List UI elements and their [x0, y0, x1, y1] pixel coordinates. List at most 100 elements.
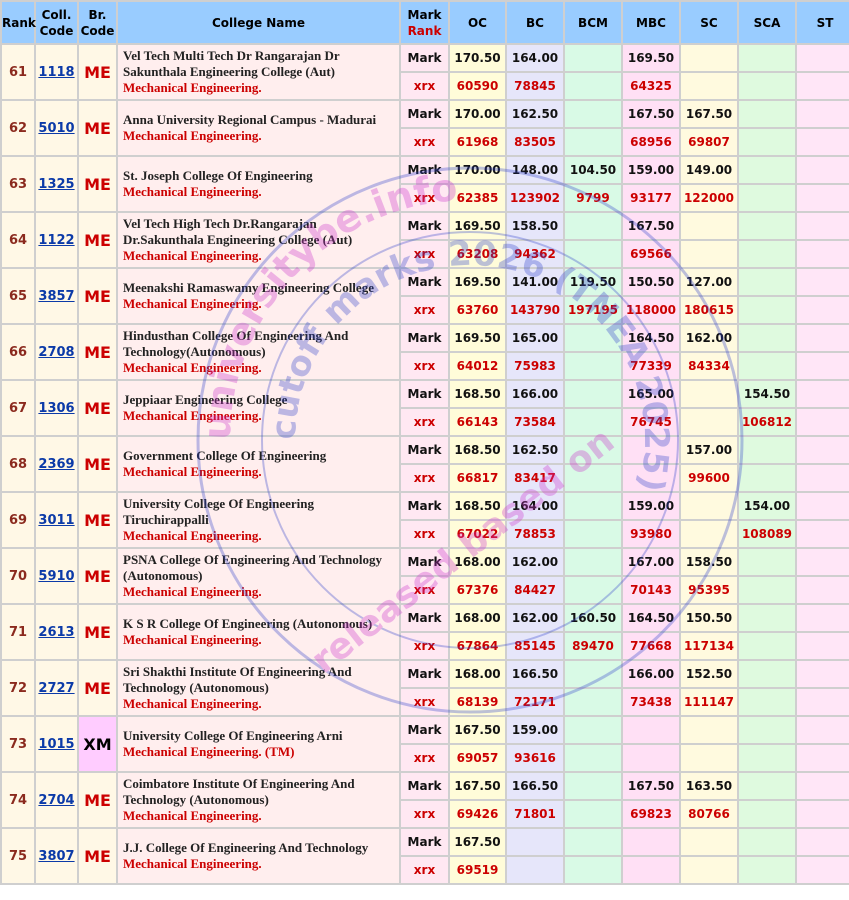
mark-bc: 162.00 — [507, 605, 563, 631]
rank-st — [797, 857, 849, 883]
rank-sc: 111147 — [681, 689, 737, 715]
rank-label: xrx — [401, 577, 448, 603]
rank-sc: 117134 — [681, 633, 737, 659]
mark-sca — [739, 829, 795, 855]
mark-sca — [739, 213, 795, 239]
mark-bcm — [565, 213, 621, 239]
college-row-mark: 67 1306 ME Jeppiaar Engineering College Mech… — [2, 381, 849, 435]
rank-bc: 83505 — [507, 129, 563, 155]
college-code-cell: 3011 — [36, 493, 77, 547]
course-name: Mechanical Engineering. — [123, 128, 262, 143]
rank-cell: 62 — [2, 101, 34, 155]
college-name-cell: University College Of Engineering Arni Me… — [118, 717, 399, 771]
course-name: Mechanical Engineering. — [123, 248, 262, 263]
mark-bcm — [565, 381, 621, 407]
college-row-mark: 75 3807 ME J.J. College Of Engineering And … — [2, 829, 849, 883]
college-code-cell: 5010 — [36, 101, 77, 155]
mark-label: Mark — [401, 157, 448, 183]
college-code-link[interactable]: 1015 — [38, 737, 74, 752]
college-code-link[interactable]: 2727 — [38, 681, 74, 696]
rank-cell: 65 — [2, 269, 34, 323]
mark-sc — [681, 829, 737, 855]
mark-st — [797, 717, 849, 743]
mark-sc: 163.50 — [681, 773, 737, 799]
mark-bcm: 119.50 — [565, 269, 621, 295]
college-code-cell: 2708 — [36, 325, 77, 379]
rank-cell: 75 — [2, 829, 34, 883]
college-code-link[interactable]: 1122 — [38, 233, 74, 248]
college-name-cell: Vel Tech High Tech Dr.Rangarajan Dr.Saku… — [118, 213, 399, 267]
mark-oc: 168.00 — [450, 605, 505, 631]
college-code-link[interactable]: 5910 — [38, 569, 74, 584]
rank-label: xrx — [401, 745, 448, 771]
college-name-cell: Meenakshi Ramaswamy Engineering College M… — [118, 269, 399, 323]
college-code-link[interactable]: 2369 — [38, 457, 74, 472]
college-name: Vel Tech High Tech Dr.Rangarajan Dr.Saku… — [123, 216, 353, 247]
college-code-link[interactable]: 2708 — [38, 345, 74, 360]
college-name: PSNA College Of Engineering And Technolo… — [123, 552, 382, 583]
rank-label: xrx — [401, 465, 448, 491]
college-name-cell: Hindusthan College Of Engineering And Te… — [118, 325, 399, 379]
rank-cell: 73 — [2, 717, 34, 771]
college-row-mark: 68 2369 ME Government College Of Engineerin… — [2, 437, 849, 491]
college-code-link[interactable]: 1325 — [38, 177, 74, 192]
college-code-link[interactable]: 1118 — [38, 65, 74, 80]
rank-mbc: 76745 — [623, 409, 679, 435]
mark-st — [797, 213, 849, 239]
college-row-mark: 74 2704 ME Coimbatore Institute Of Engineer… — [2, 773, 849, 827]
rank-oc: 67022 — [450, 521, 505, 547]
college-code-link[interactable]: 1306 — [38, 401, 74, 416]
mark-label: Mark — [401, 437, 448, 463]
mark-bc: 164.00 — [507, 45, 563, 71]
college-code-cell: 2613 — [36, 605, 77, 659]
mark-sc: 150.50 — [681, 605, 737, 631]
mark-bc: 165.00 — [507, 325, 563, 351]
rank-sca — [739, 73, 795, 99]
rank-st — [797, 577, 849, 603]
mark-mbc — [623, 717, 679, 743]
rank-oc: 69057 — [450, 745, 505, 771]
header-bcm: BCM — [565, 2, 621, 43]
mark-bc: 164.00 — [507, 493, 563, 519]
rank-sca — [739, 353, 795, 379]
rank-bcm — [565, 129, 621, 155]
mark-oc: 168.50 — [450, 437, 505, 463]
rank-sca — [739, 129, 795, 155]
header-mbc: MBC — [623, 2, 679, 43]
mark-sc — [681, 493, 737, 519]
rank-mbc: 69566 — [623, 241, 679, 267]
mark-mbc: 166.00 — [623, 661, 679, 687]
college-code-cell: 5910 — [36, 549, 77, 603]
mark-sca — [739, 325, 795, 351]
college-code-link[interactable]: 2704 — [38, 793, 74, 808]
college-code-link[interactable]: 3011 — [38, 513, 74, 528]
mark-mbc: 167.50 — [623, 213, 679, 239]
college-code-cell: 3807 — [36, 829, 77, 883]
rank-bc: 72171 — [507, 689, 563, 715]
rank-cell: 68 — [2, 437, 34, 491]
rank-cell: 63 — [2, 157, 34, 211]
rank-oc: 67376 — [450, 577, 505, 603]
college-code-link[interactable]: 3807 — [38, 849, 74, 864]
header-mark-rank: Mark Rank — [401, 2, 448, 43]
course-name: Mechanical Engineering. — [123, 632, 262, 647]
mark-sc — [681, 45, 737, 71]
rank-sc: 95395 — [681, 577, 737, 603]
rank-st — [797, 521, 849, 547]
mark-st — [797, 325, 849, 351]
college-code-link[interactable]: 2613 — [38, 625, 74, 640]
mark-st — [797, 829, 849, 855]
rank-cell: 72 — [2, 661, 34, 715]
college-code-link[interactable]: 5010 — [38, 121, 74, 136]
college-code-link[interactable]: 3857 — [38, 289, 74, 304]
mark-sca — [739, 269, 795, 295]
rank-sc — [681, 73, 737, 99]
mark-sc: 149.00 — [681, 157, 737, 183]
mark-sca — [739, 45, 795, 71]
rank-st — [797, 745, 849, 771]
rank-bc: 83417 — [507, 465, 563, 491]
rank-mbc — [623, 745, 679, 771]
rank-sca — [739, 241, 795, 267]
rank-bcm — [565, 689, 621, 715]
mark-label: Mark — [401, 269, 448, 295]
